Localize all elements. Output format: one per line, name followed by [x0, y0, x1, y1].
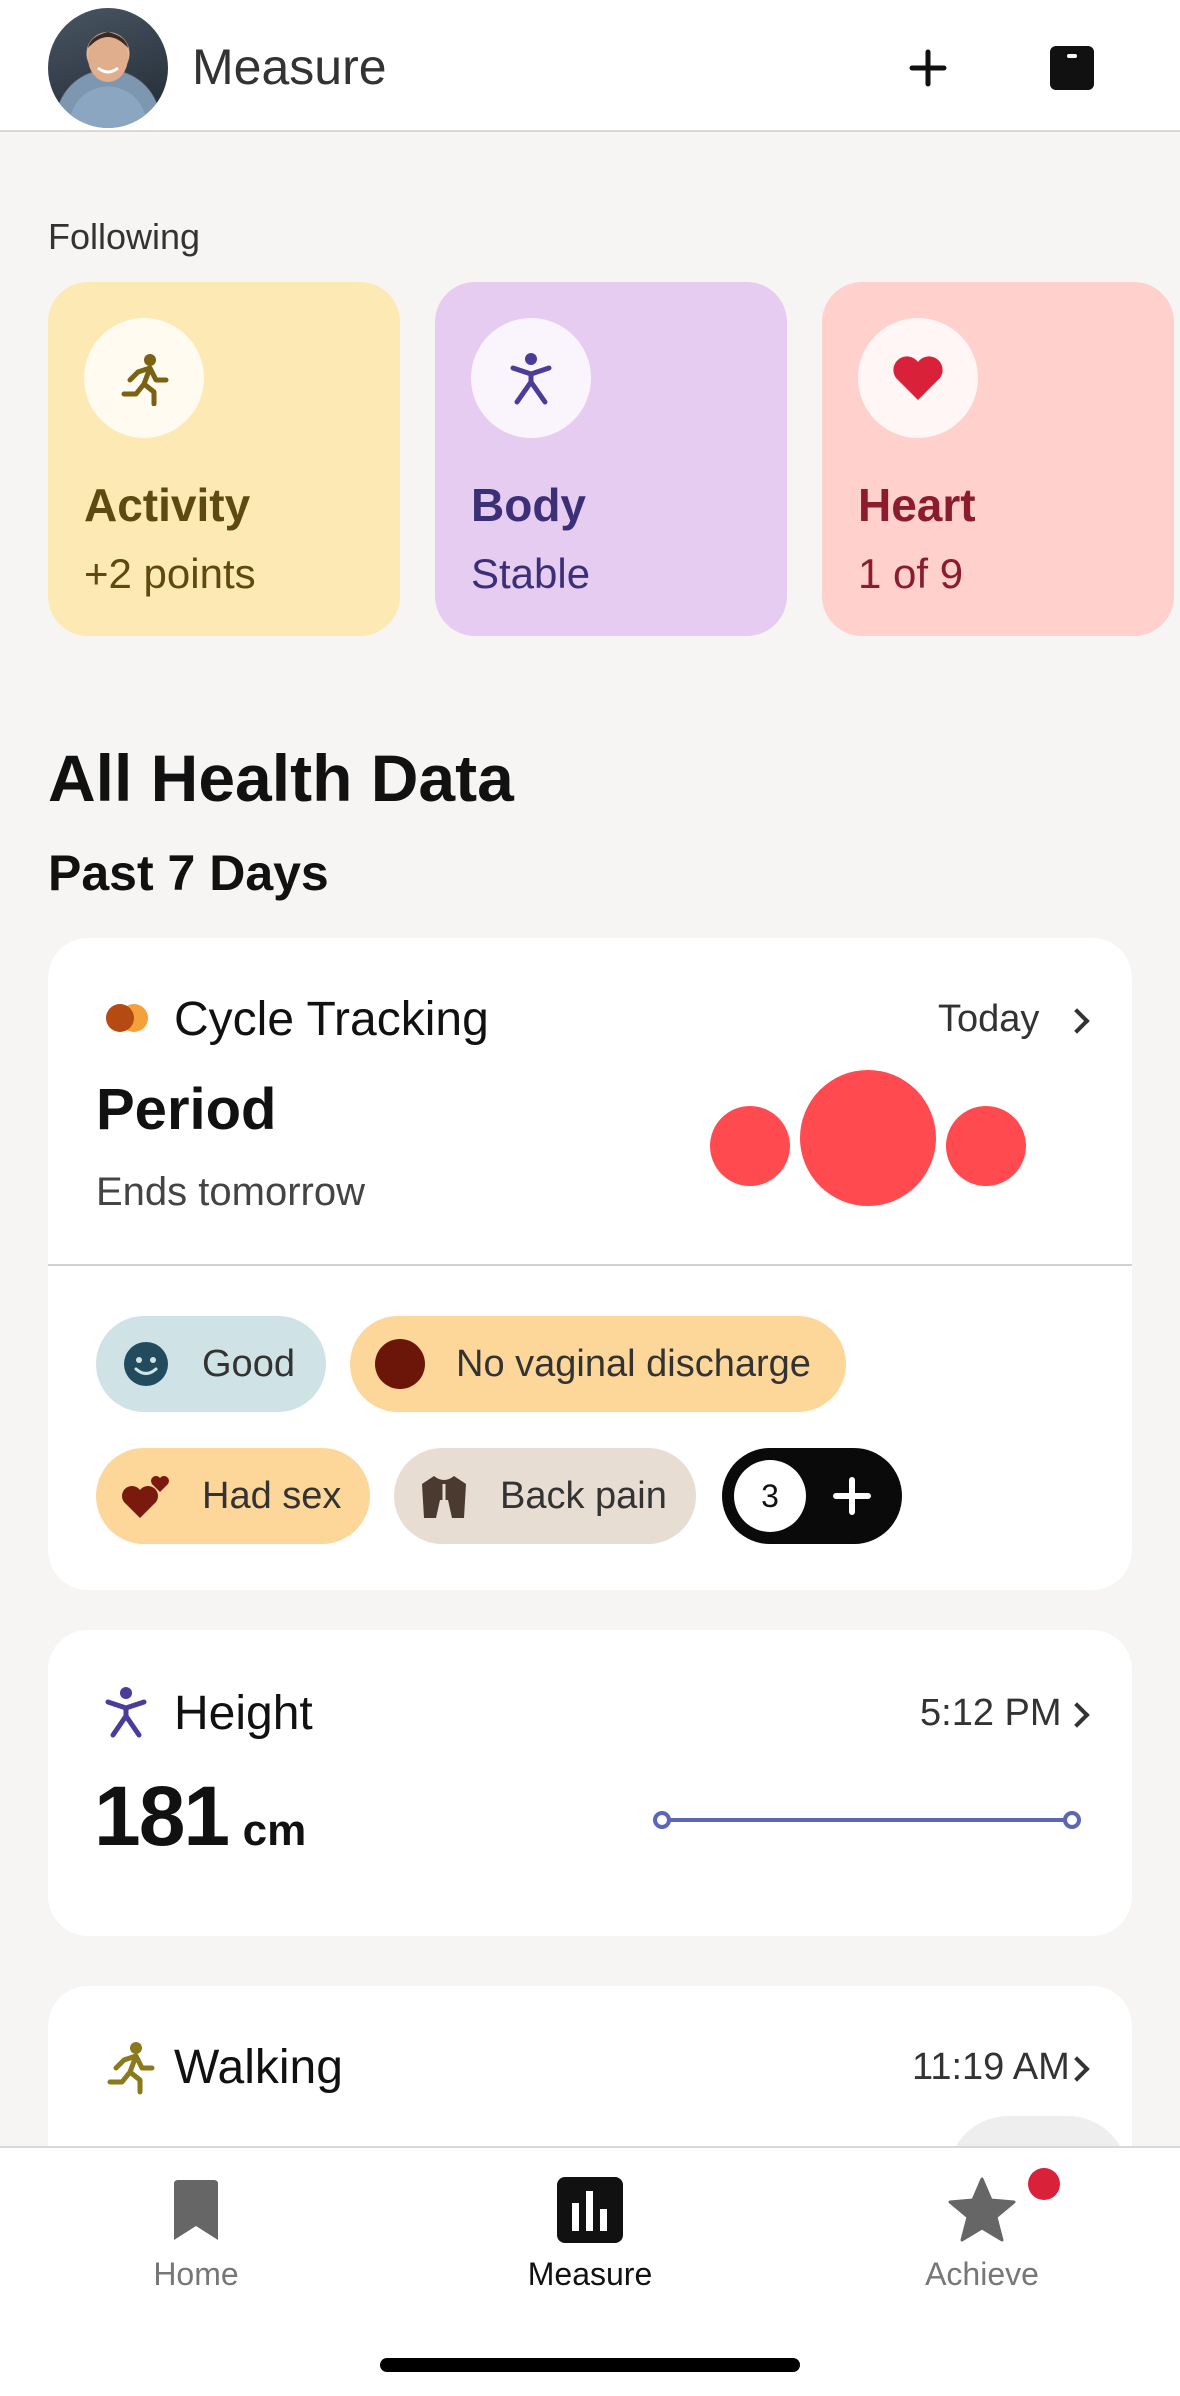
- symptom-chip-good[interactable]: Good: [96, 1316, 326, 1412]
- following-card-title: Heart: [858, 479, 976, 531]
- activity-icon-circle: [84, 318, 204, 438]
- top-bar: Measure: [0, 0, 1180, 132]
- star-icon: [942, 2170, 1022, 2250]
- chip-label: No vaginal discharge: [456, 1342, 811, 1385]
- cycle-detail: Ends tomorrow: [96, 1170, 365, 1214]
- height-value-group: 181 cm: [94, 1768, 306, 1865]
- more-count-badge: 3: [734, 1460, 806, 1532]
- discharge-dot-icon: [374, 1338, 426, 1390]
- height-unit: cm: [242, 1806, 307, 1855]
- add-button[interactable]: [896, 36, 960, 100]
- card-timestamp: Today: [938, 998, 1040, 1040]
- body-icon-circle: [471, 318, 591, 438]
- card-timestamp: 11:19 AM: [912, 2046, 1070, 2088]
- notification-badge: [1028, 2168, 1060, 2200]
- period-flow-dots: [710, 1070, 1026, 1206]
- flow-dot-large: [800, 1070, 936, 1206]
- nav-label: Achieve: [925, 2256, 1039, 2292]
- following-card-title: Body: [471, 479, 586, 531]
- plus-icon: [909, 49, 947, 87]
- avatar[interactable]: [48, 8, 168, 128]
- following-card-title: Activity: [84, 479, 251, 531]
- card-title: Walking: [174, 2041, 343, 2094]
- nav-item-achieve[interactable]: Achieve: [832, 2148, 1132, 2318]
- symptom-chip-discharge[interactable]: No vaginal discharge: [350, 1316, 846, 1412]
- body-figure-icon: [510, 353, 552, 405]
- running-person-icon: [121, 354, 169, 406]
- smile-face-icon: [120, 1338, 172, 1390]
- nav-item-home[interactable]: Home: [46, 2148, 346, 2318]
- running-person-icon: [107, 2042, 155, 2095]
- card-title: Height: [174, 1687, 313, 1740]
- height-value: 181: [94, 1769, 230, 1863]
- cycle-icon: [106, 1004, 148, 1032]
- following-card-activity[interactable]: Activity +2 points: [48, 282, 400, 636]
- bar-chart-icon: [550, 2170, 630, 2250]
- flow-dot-small: [710, 1106, 790, 1186]
- cycle-tracking-card[interactable]: Cycle Tracking Today Period Ends tomorro…: [48, 938, 1132, 1590]
- following-label: Following: [48, 216, 201, 257]
- following-card-subtitle: 1 of 9: [858, 550, 964, 597]
- following-card-body[interactable]: Body Stable: [435, 282, 787, 636]
- chevron-right-icon: [1064, 1702, 1090, 1728]
- heart-icon: [893, 356, 943, 400]
- scale-button[interactable]: [1040, 36, 1104, 100]
- hearts-icon: [120, 1470, 172, 1522]
- divider: [48, 1264, 1132, 1266]
- height-trend-line: [653, 1811, 1081, 1829]
- body-figure-icon: [105, 1687, 147, 1738]
- nav-label: Measure: [527, 2256, 653, 2292]
- chevron-right-icon: [1064, 1008, 1090, 1034]
- nav-label: Home: [153, 2256, 239, 2292]
- section-heading: All Health Data: [48, 741, 514, 815]
- home-indicator: [380, 2358, 800, 2372]
- symptom-chip-back-pain[interactable]: Back pain: [394, 1448, 696, 1544]
- page-title: Measure: [192, 39, 387, 95]
- height-card[interactable]: Height 5:12 PM 181 cm: [48, 1630, 1132, 1936]
- measure-screen: Measure Following Activity +2 points Bod…: [0, 0, 1180, 2396]
- plus-icon: [833, 1477, 871, 1515]
- following-card-heart[interactable]: Heart 1 of 9: [822, 282, 1174, 636]
- torso-icon: [418, 1470, 470, 1522]
- following-card-subtitle: Stable: [471, 550, 591, 597]
- heart-icon-circle: [858, 318, 978, 438]
- symptom-chip-had-sex[interactable]: Had sex: [96, 1448, 370, 1544]
- scale-icon: [1050, 46, 1094, 90]
- chip-label: Good: [202, 1342, 295, 1385]
- cycle-status: Period: [96, 1077, 277, 1142]
- nav-item-measure[interactable]: Measure: [440, 2148, 740, 2318]
- chip-label: Had sex: [202, 1474, 342, 1517]
- card-title: Cycle Tracking: [174, 993, 489, 1046]
- period-heading: Past 7 Days: [48, 845, 329, 901]
- bookmark-icon: [156, 2170, 236, 2250]
- avatar-portrait-icon: [68, 32, 148, 128]
- more-symptoms-button[interactable]: 3: [722, 1448, 902, 1544]
- chip-label: Back pain: [500, 1474, 667, 1517]
- flow-dot-small: [946, 1106, 1026, 1186]
- card-timestamp: 5:12 PM: [920, 1692, 1062, 1734]
- following-card-subtitle: +2 points: [84, 550, 256, 597]
